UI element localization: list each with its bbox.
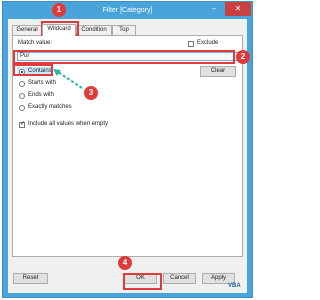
highlight-contains-option — [13, 64, 53, 76]
tab-top[interactable]: Top — [112, 25, 136, 35]
tab-general[interactable]: General — [12, 25, 42, 35]
match-value-label: Match value: — [18, 40, 53, 46]
arrow-icon — [53, 69, 83, 89]
cancel-button[interactable]: Cancel — [163, 273, 196, 284]
radio-starts-with[interactable] — [19, 81, 25, 87]
radio-ends-with[interactable] — [19, 93, 25, 99]
radio-ends-with-label: Ends with — [28, 92, 55, 98]
radio-exactly-matches[interactable] — [19, 105, 25, 111]
step-2-badge: 2 — [236, 50, 250, 64]
tab-wildcard[interactable]: Wildcard — [42, 24, 76, 36]
exclude-checkbox[interactable] — [188, 41, 194, 47]
minimize-button[interactable]: – — [202, 2, 226, 16]
highlight-match-input — [13, 50, 235, 64]
tab-condition[interactable]: Condition — [76, 25, 112, 35]
watermark-logo: VBA — [228, 283, 241, 289]
step-3-badge: 3 — [84, 86, 98, 100]
include-all-checkbox[interactable] — [19, 120, 25, 128]
close-button[interactable]: ✕ — [225, 2, 251, 16]
highlight-ok-button — [123, 273, 162, 290]
reset-button[interactable]: Reset — [13, 273, 48, 284]
step-1-badge: 1 — [52, 3, 66, 17]
filter-dialog: Filter [Category] – ✕ General Wildcard C… — [2, 1, 253, 298]
step-4-badge: 4 — [118, 256, 132, 270]
include-all-label: Include all values when empty — [28, 121, 109, 127]
title-bar: Filter [Category] – ✕ — [3, 2, 252, 19]
exclude-label: Exclude — [197, 40, 219, 46]
radio-exactly-matches-label: Exactly matches — [28, 104, 72, 110]
clear-button[interactable]: Clear — [200, 66, 236, 77]
